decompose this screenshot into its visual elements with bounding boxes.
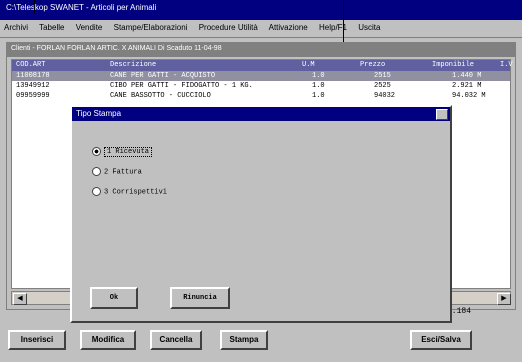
menu-archivi[interactable]: Archivi — [4, 23, 28, 32]
column-header[interactable]: Descrizione — [110, 61, 156, 69]
dialog-title: Tipo Stampa — [76, 109, 122, 118]
radio-ricevuta[interactable]: 1 Ricevuta — [92, 147, 153, 159]
cell-code: 11008178 — [16, 72, 50, 80]
menu-tabelle[interactable]: Tabelle — [39, 23, 64, 32]
dialog-title-bar: Tipo Stampa — [72, 107, 450, 121]
cell-description: CANE BASSOTTO - CUCCIOLO — [110, 92, 211, 100]
column-header[interactable]: Imponibile — [432, 61, 474, 69]
modify-button[interactable]: Modifica — [80, 330, 136, 350]
radio-label: 3 Corrispettivi — [104, 188, 168, 197]
column-header[interactable]: COD.ART — [16, 61, 45, 69]
cell-amount: 1.440 M — [452, 72, 482, 80]
cell-description: CANE PER GATTI - ACQUISTO — [110, 72, 216, 80]
radio-unchecked-icon — [92, 167, 101, 176]
cell-um: 1.0 — [312, 92, 325, 100]
column-header[interactable]: Prezzo — [360, 61, 385, 69]
cell-price: 94032 — [374, 92, 396, 100]
print-type-dialog: Tipo Stampa 1 Ricevuta 2 Fattura 3 Corri… — [70, 105, 452, 323]
scroll-left-icon[interactable]: ◀ — [13, 293, 27, 305]
annotation-line-1 — [34, 0, 35, 14]
menu-vendite[interactable]: Vendite — [76, 23, 103, 32]
delete-button[interactable]: Cancella — [150, 330, 202, 350]
cell-price: 2515 — [374, 72, 391, 80]
cell-um: 1.0 — [312, 82, 325, 90]
cell-code: 13949912 — [16, 82, 50, 90]
menu-attivazione[interactable]: Attivazione — [269, 23, 308, 32]
exit-save-button[interactable]: Esci/Salva — [410, 330, 472, 350]
radio-unchecked-icon — [92, 187, 101, 196]
column-header[interactable]: U.M — [302, 61, 315, 69]
cancel-button[interactable]: Rinuncia — [170, 287, 230, 309]
radio-corrispettivi[interactable]: 3 Corrispettivi — [92, 187, 167, 199]
ok-button[interactable]: Ok — [90, 287, 138, 309]
radio-label: 1 Ricevuta — [104, 147, 153, 158]
cell-amount: 94.032 M — [452, 92, 486, 100]
cell-um: 1.0 — [312, 72, 325, 80]
print-button[interactable]: Stampa — [220, 330, 268, 350]
cell-code: 09959999 — [16, 92, 50, 100]
cell-description: CIBO PER GATTI - FIDOGATTO - 1 KG. — [110, 82, 253, 90]
table-header: COD.ART Descrizione U.M Prezzo Imponibil… — [12, 60, 513, 71]
window-title-bar: C:\Teleskop SWANET - Articoli per Animal… — [0, 0, 522, 20]
table-row[interactable]: 09959999 CANE BASSOTTO - CUCCIOLO 1.0 94… — [12, 91, 510, 101]
radio-fattura[interactable]: 2 Fattura — [92, 167, 142, 179]
insert-button[interactable]: Inserisci — [8, 330, 66, 350]
radio-label: 2 Fattura — [104, 168, 142, 177]
radio-checked-icon — [92, 147, 101, 156]
close-icon[interactable] — [436, 109, 448, 120]
cell-price: 2525 — [374, 82, 391, 90]
table-row[interactable]: 11008178 CANE PER GATTI - ACQUISTO 1.0 2… — [12, 71, 510, 81]
menu-procedure[interactable]: Procedure Utilità — [199, 23, 258, 32]
scroll-right-icon[interactable]: ▶ — [497, 293, 511, 305]
cell-amount: 2.921 M — [452, 82, 482, 90]
window-title: C:\Teleskop SWANET - Articoli per Animal… — [6, 3, 157, 12]
document-title: Clienti - FORLAN FORLAN ARTIC. X ANIMALI… — [11, 45, 222, 52]
menu-uscita[interactable]: Uscita — [358, 23, 380, 32]
column-header[interactable]: I.V — [500, 61, 513, 69]
table-row[interactable]: 13949912 CIBO PER GATTI - FIDOGATTO - 1 … — [12, 81, 510, 91]
document-title-bar: Clienti - FORLAN FORLAN ARTIC. X ANIMALI… — [7, 43, 515, 57]
menu-bar: Archivi Tabelle Vendite Stampe/Elaborazi… — [0, 20, 522, 38]
menu-stampe[interactable]: Stampe/Elaborazioni — [114, 23, 188, 32]
